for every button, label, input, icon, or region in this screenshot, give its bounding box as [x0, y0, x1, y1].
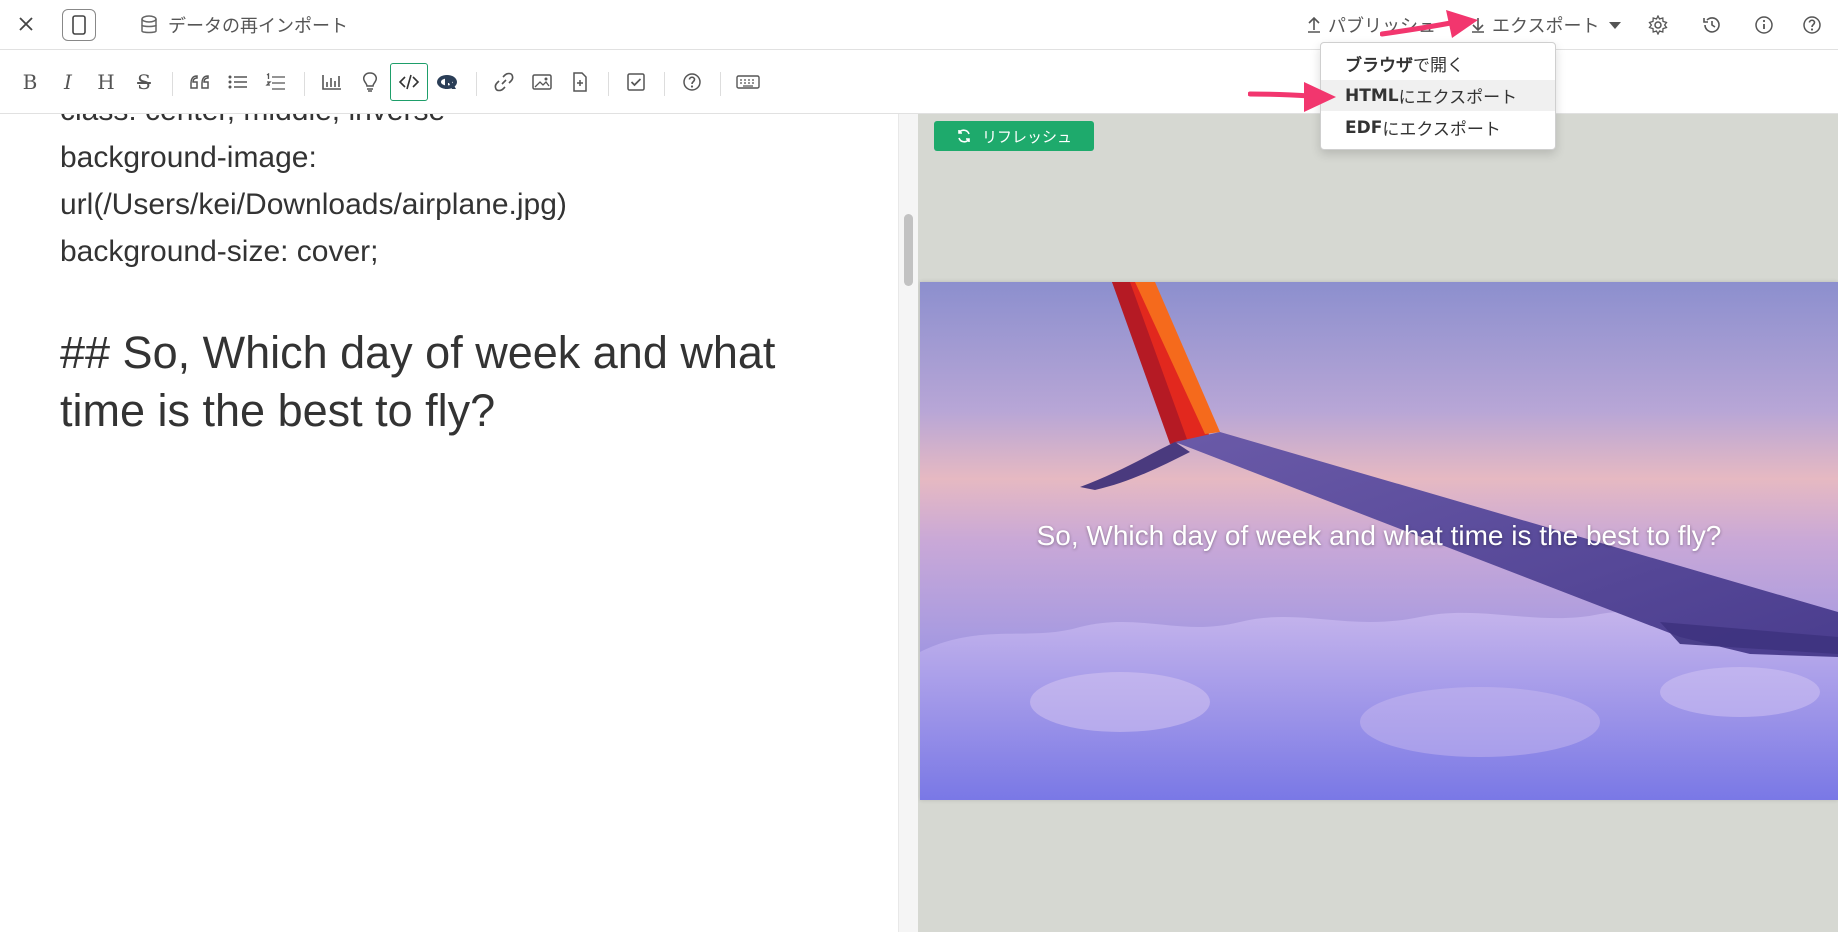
database-icon — [141, 15, 157, 34]
refresh-button[interactable]: リフレッシュ — [934, 121, 1094, 151]
toolbar-divider — [720, 72, 721, 96]
lightbulb-icon — [363, 72, 377, 92]
editor-line: class: center, middle, inverse — [60, 114, 445, 128]
info-button[interactable] — [1750, 11, 1778, 39]
link-icon — [494, 72, 514, 92]
slide-title: So, Which day of week and what time is t… — [1036, 520, 1722, 551]
markdown-help-button[interactable] — [676, 66, 708, 98]
code-button[interactable] — [390, 63, 428, 101]
menu-item-bold: ブラウザ — [1345, 56, 1413, 76]
code-editor[interactable]: class: center, middle, inverse backgroun… — [0, 114, 898, 932]
quote-icon — [190, 75, 209, 89]
mobile-device-icon — [72, 15, 86, 35]
editor-line: url(/Users/kei/Downloads/airplane.jpg) — [60, 188, 567, 221]
chevron-down-icon — [1609, 21, 1622, 29]
reimport-data-button[interactable]: データの再インポート — [140, 11, 348, 39]
history-button[interactable] — [1698, 11, 1726, 39]
refresh-icon — [958, 129, 970, 143]
italic-button[interactable]: I — [52, 66, 84, 98]
strikethrough-button[interactable]: S — [128, 66, 160, 98]
heading-button[interactable]: H — [90, 66, 122, 98]
settings-button[interactable] — [1644, 11, 1672, 39]
menu-item-bold: HTML — [1345, 85, 1399, 106]
quote-button[interactable] — [184, 66, 216, 98]
add-file-button[interactable] — [564, 66, 596, 98]
bullet-list-button[interactable] — [222, 66, 254, 98]
keyboard-icon — [736, 75, 760, 89]
numbered-list-button[interactable] — [260, 66, 292, 98]
bold-label: B — [22, 70, 38, 94]
download-icon — [1472, 18, 1484, 33]
scrollbar-thumb[interactable] — [904, 214, 913, 286]
bar-chart-icon — [322, 75, 341, 90]
toolbar-divider — [664, 72, 665, 96]
editor-toolbar: B I H S — [0, 50, 1838, 114]
r-logo-icon — [437, 75, 457, 89]
keyboard-shortcuts-button[interactable] — [732, 66, 764, 98]
image-button[interactable] — [526, 66, 558, 98]
top-bar: データの再インポート パブリッシュ エクスポート — [0, 0, 1838, 50]
menu-item-export-edf[interactable]: EDF にエクスポート — [1321, 112, 1555, 143]
menu-item-text: で開く — [1413, 56, 1464, 76]
menu-item-text: にエクスポート — [1382, 120, 1501, 140]
link-button[interactable] — [488, 66, 520, 98]
close-icon — [19, 17, 33, 31]
publish-label: パブリッシュ — [1328, 16, 1436, 37]
menu-item-export-html[interactable]: HTML にエクスポート — [1321, 80, 1555, 111]
menu-item-bold: EDF — [1345, 117, 1383, 138]
toolbar-divider — [304, 72, 305, 96]
toolbar-divider — [608, 72, 609, 96]
numbered-list-icon — [265, 73, 285, 90]
toolbar-divider — [476, 72, 477, 96]
help-icon — [683, 73, 701, 91]
refresh-label: リフレッシュ — [981, 127, 1072, 146]
bold-button[interactable]: B — [14, 66, 46, 98]
image-icon — [532, 74, 552, 90]
slide-preview-pane: リフレッシュ So, Which day of week and what ti… — [918, 114, 1838, 932]
editor-line: background-image: — [60, 141, 317, 174]
help-icon — [1803, 16, 1821, 34]
mobile-view-button[interactable] — [62, 9, 96, 41]
history-icon — [1703, 17, 1720, 33]
heading-label: H — [97, 70, 115, 94]
export-dropdown-menu: ブラウザ で開く HTML にエクスポート EDF にエクスポート — [1320, 42, 1556, 150]
italic-label: I — [64, 70, 72, 94]
strike-label: S — [137, 70, 151, 94]
gear-icon — [1648, 15, 1668, 35]
menu-item-text: にエクスポート — [1398, 88, 1518, 108]
publish-button[interactable]: パブリッシュ — [1306, 11, 1436, 39]
r-code-button[interactable] — [432, 66, 464, 98]
export-button[interactable]: エクスポート — [1470, 11, 1622, 39]
upload-icon — [1308, 16, 1320, 33]
editor-heading-line: ## So, Which day of week and what time i… — [60, 327, 776, 436]
checkbox-button[interactable] — [620, 66, 652, 98]
editor-scrollbar[interactable] — [898, 114, 918, 932]
export-label: エクスポート — [1492, 16, 1600, 37]
checkbox-icon — [627, 73, 645, 91]
insight-button[interactable] — [354, 66, 386, 98]
code-icon — [398, 74, 420, 90]
file-plus-icon — [573, 72, 587, 92]
slide-preview: So, Which day of week and what time is t… — [920, 282, 1838, 800]
help-button[interactable] — [1798, 11, 1826, 39]
chart-button[interactable] — [316, 66, 348, 98]
menu-item-open-in-browser[interactable]: ブラウザ で開く — [1321, 48, 1555, 79]
editor-line: background-size: cover; — [60, 235, 379, 268]
info-icon — [1755, 16, 1773, 34]
bullet-list-icon — [228, 75, 247, 89]
reimport-label: データの再インポート — [168, 16, 348, 37]
close-button[interactable] — [10, 8, 42, 40]
toolbar-divider — [172, 72, 173, 96]
